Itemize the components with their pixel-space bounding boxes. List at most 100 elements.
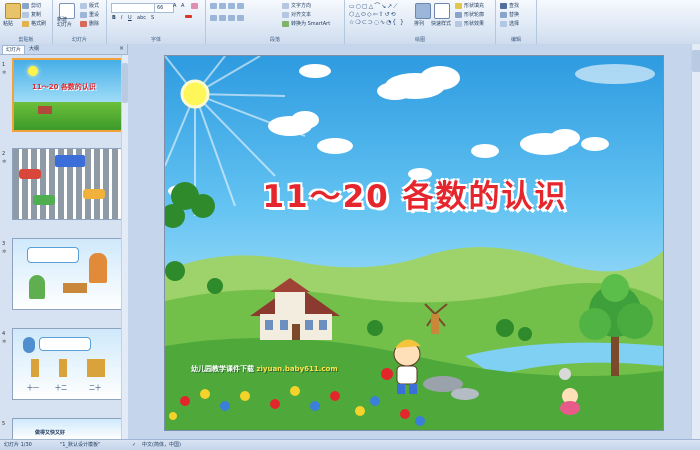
bullets-button[interactable] [210,3,244,9]
slide-footer: 幼儿园教学课件下载 ziyuan.baby611.com [191,364,338,374]
shape-effects-button[interactable]: 形状效果 [455,20,484,27]
font-group: 66 A A B I U abc S 字体 [107,0,206,44]
font-size-value: 66 [157,5,164,11]
italic-button[interactable]: I [121,15,122,21]
editing-group-label: 编辑 [510,37,521,43]
font-name-combo[interactable] [111,3,155,13]
transition-icon: ✲ [2,70,7,76]
slide-thumbnail-3[interactable] [12,238,123,310]
eraser-icon [191,3,198,9]
font-color-icon [185,15,192,18]
paste-button[interactable]: 粘贴 [3,20,13,27]
shape-outline-button[interactable]: 形状轮廓 [455,11,484,18]
clipboard-group-label: 剪贴板 [18,37,34,43]
slide-thumbnail-4[interactable]: 十一 十二 二十 [12,328,123,400]
thumbnail-scrollbar[interactable] [121,55,128,439]
select-button[interactable]: 选择 [500,20,519,27]
slide-number: 2 [2,151,6,157]
text-direction-label: 文字方向 [291,3,312,9]
font-color-button[interactable] [185,15,192,18]
scroll-thumb[interactable] [692,50,700,72]
paragraph-group: 文字方向 对齐文本 转换为 SmartArt 段落 [206,0,345,44]
arrange-button[interactable]: 排列 [414,20,424,27]
child-image [89,253,107,283]
layout-label: 版式 [89,3,100,9]
clear-format-button[interactable] [191,3,198,9]
slide-number: 5 [2,421,6,427]
shapes-gallery[interactable]: ▭○▢△⌒↘↗⟋ ⬡△⬭◇⇦⇧↺⟲ ☆❍⊂⊃◌∿◔{ } [349,1,405,26]
binoculars-icon [500,2,507,9]
delete-button[interactable]: 删除 [80,20,99,27]
number-word: 十一 [27,385,40,392]
smartart-icon [282,20,289,27]
cut-button[interactable]: 剪切 [22,2,41,9]
replace-icon [500,11,507,18]
slide-scrollbar[interactable] [691,44,700,439]
number-word: 十二 [55,385,68,392]
text-direction-button[interactable]: 文字方向 [282,2,311,9]
child-image [23,337,35,353]
select-label: 选择 [509,21,520,27]
replace-button[interactable]: 替换 [500,11,519,18]
arrange-icon[interactable] [415,3,431,19]
align-buttons[interactable] [210,15,244,21]
drawing-group-label: 绘图 [414,37,425,43]
slide-editor: 11～20 各数的认识 幼儿园教学课件下载 ziyuan.baby611.com [128,44,700,439]
paste-icon[interactable] [5,3,21,19]
shape-fill-button[interactable]: 形状填充 [455,2,484,9]
new-slide-button[interactable]: 新建 幻灯片 [57,18,72,28]
slides-pane: 幻灯片 大纲 × 1 ✲ 11～20 各数的认识 2 ✲ 3 ✲ 4 ✲ 十一 … [0,44,128,440]
smartart-label: 转换为 SmartArt [291,21,331,27]
slide-thumbnail-2[interactable] [12,148,123,220]
copy-icon [22,11,29,18]
delete-label: 删除 [89,21,100,27]
reset-button[interactable]: 重设 [80,11,99,18]
reset-icon [80,11,87,18]
align-text-button[interactable]: 对齐文本 [282,11,311,18]
slide-thumbnail-1[interactable]: 11～20 各数的认识 [12,58,125,132]
bundle-image [31,359,39,377]
align-right-icon [228,15,235,21]
bold-button[interactable]: B [112,15,116,21]
quick-styles-button[interactable]: 快速样式 [431,20,451,27]
pane-tabs: 幻灯片 大纲 × [0,44,127,55]
tab-outline[interactable]: 大纲 [26,45,42,53]
sun-icon [28,66,38,76]
slide-number: 4 [2,331,6,337]
shadow-button[interactable]: S [151,15,154,21]
thumb-text: 做得又快又好 [35,430,66,436]
strikethrough-button[interactable]: abc [137,15,146,21]
smartart-button[interactable]: 转换为 SmartArt [282,20,330,27]
font-grow-button[interactable]: A [173,3,176,9]
slides-group: 新建 幻灯片 版式 重设 删除 幻灯片 [53,0,107,44]
replace-label: 替换 [509,12,520,18]
layout-button[interactable]: 版式 [80,2,99,9]
bundle-image [87,359,105,377]
slide-thumbnail-5[interactable]: 做得又快又好 [12,418,123,440]
close-pane-icon[interactable]: × [119,45,124,52]
footer-text: 幼儿园教学课件下载 [191,365,254,373]
underline-button[interactable]: U [128,15,132,21]
copy-button[interactable]: 复制 [22,11,41,18]
quick-styles-icon[interactable] [434,3,450,19]
outline-icon [455,11,462,18]
number-word: 二十 [89,385,102,392]
transition-icon: ✲ [2,159,7,165]
font-shrink-button[interactable]: A [181,3,184,9]
find-label: 查找 [509,3,520,9]
find-button[interactable]: 查找 [500,2,519,9]
tab-slides[interactable]: 幻灯片 [2,45,26,54]
shape-outline-label: 形状轮廓 [464,12,485,18]
transition-icon: ✲ [2,249,7,255]
shape-effects-label: 形状效果 [464,21,485,27]
format-painter-button[interactable]: 格式刷 [22,20,46,27]
editing-group: 查找 替换 选择 编辑 [496,0,537,44]
delete-icon [80,20,87,27]
font-size-combo[interactable]: 66 [154,3,174,13]
drawing-group: ▭○▢△⌒↘↗⟋ ⬡△⬭◇⇦⇧↺⟲ ☆❍⊂⊃◌∿◔{ } 排列 快速样式 形状填充 … [345,0,496,44]
font-group-label: 字体 [150,37,161,43]
indent-icon [228,3,235,9]
slide-title[interactable]: 11～20 各数的认识 [215,171,615,216]
current-slide[interactable]: 11～20 各数的认识 幼儿园教学课件下载 ziyuan.baby611.com [164,55,664,431]
sticks-image [63,283,87,293]
